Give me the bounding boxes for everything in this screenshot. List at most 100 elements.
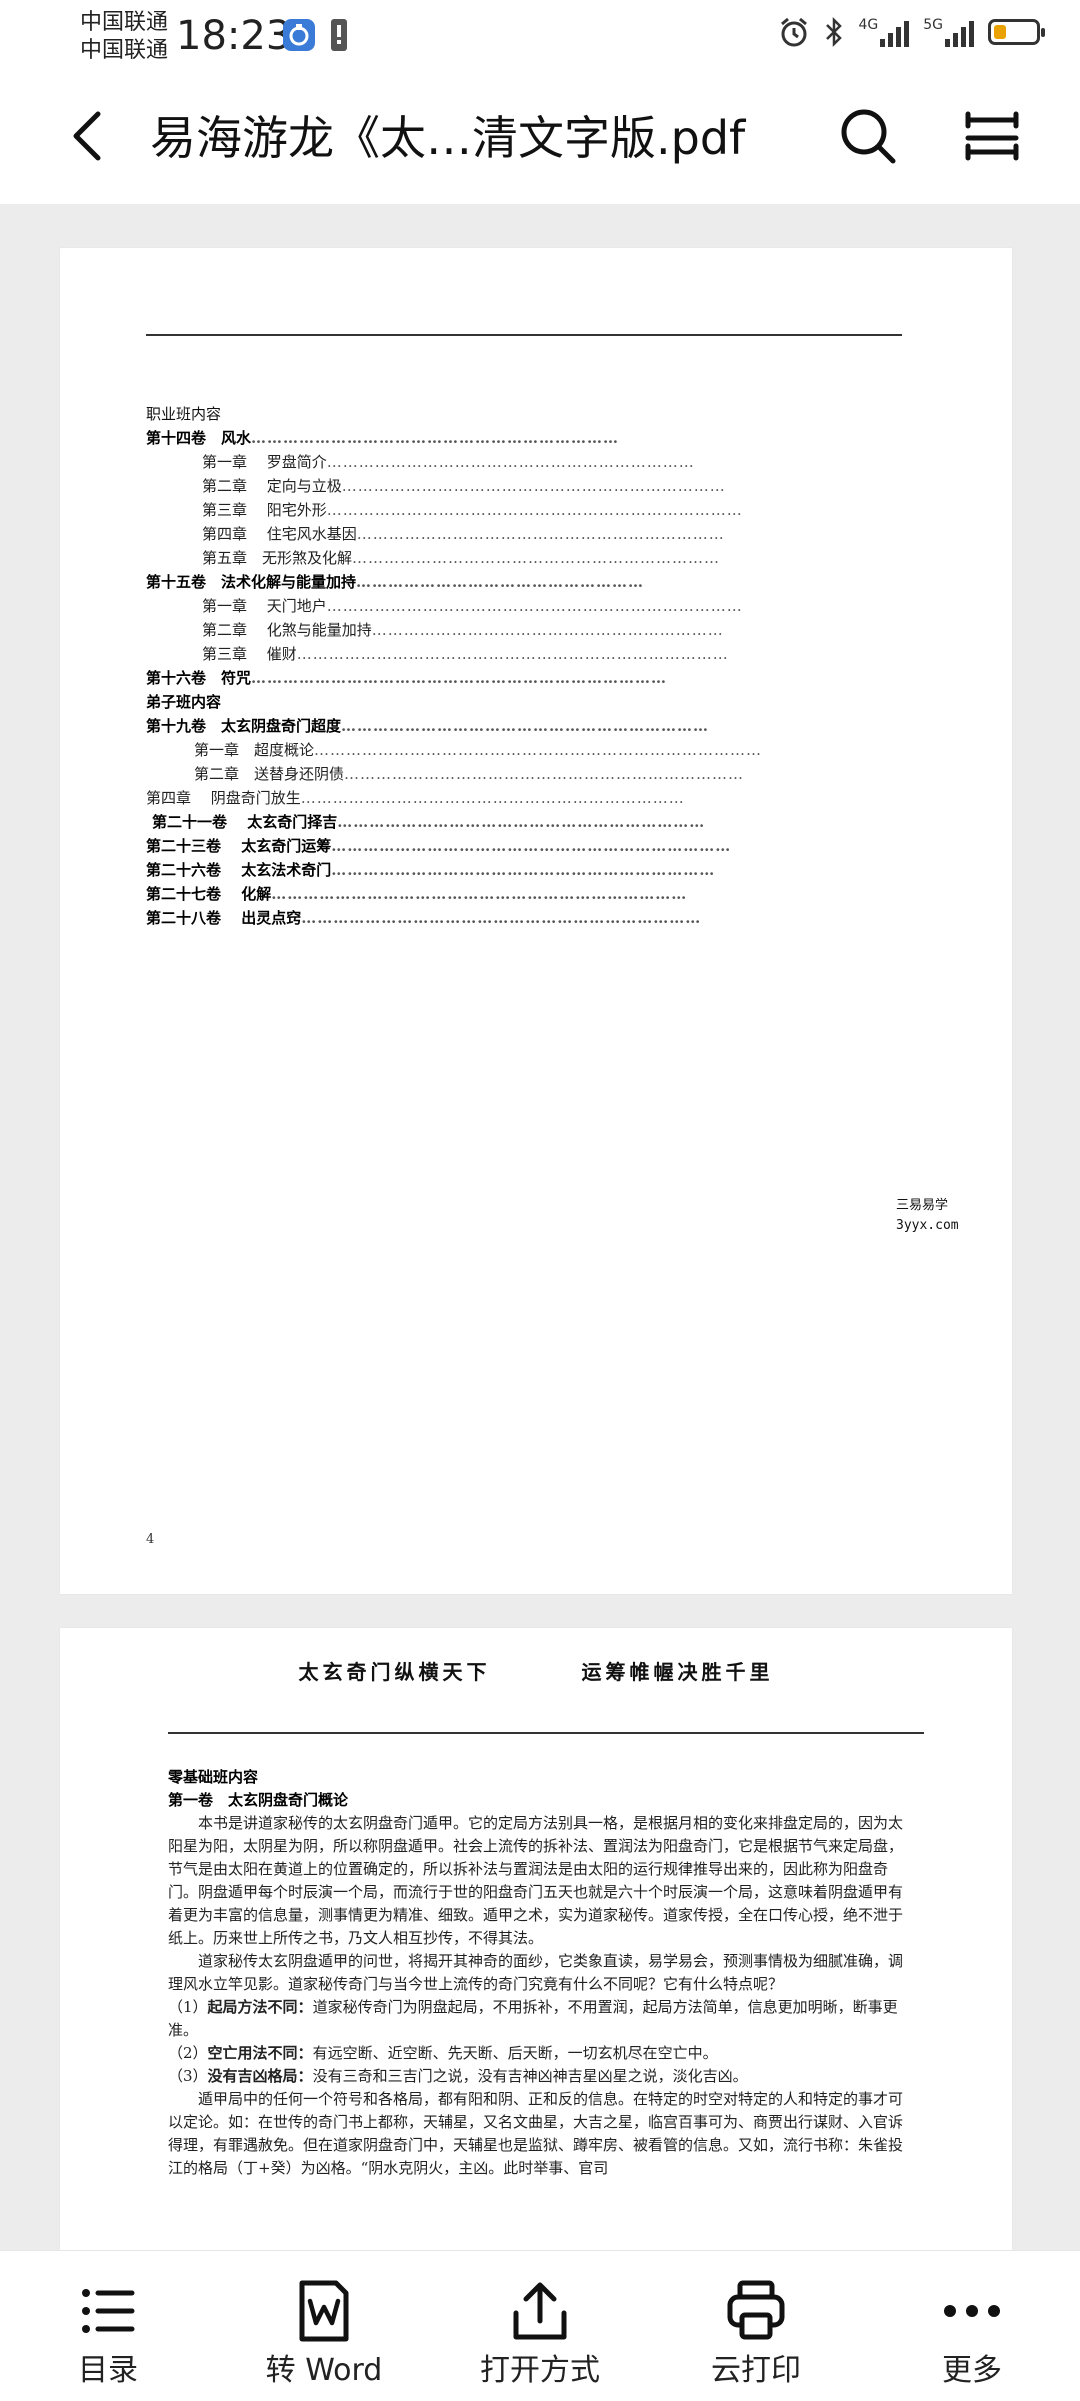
- app-bar: 易海游龙《太…清文字版.pdf: [0, 72, 1080, 204]
- pdf-page-4: 职业班内容 第十四卷 风水…………………………………………………………… 第一章 …: [60, 248, 1012, 1594]
- more-button[interactable]: 更多: [872, 2251, 1072, 2401]
- page-header-rule: [168, 1732, 924, 1734]
- more-button-label: 更多: [942, 2353, 1002, 2388]
- open-with-button[interactable]: 打开方式: [440, 2251, 640, 2401]
- search-icon[interactable]: [836, 104, 900, 168]
- toc-entry[interactable]: 第四章 住宅风水基因……………………………………………………………: [146, 522, 906, 546]
- table-of-contents: 职业班内容 第十四卷 风水…………………………………………………………… 第一章 …: [146, 402, 906, 930]
- toc-entry[interactable]: 弟子班内容: [146, 690, 906, 714]
- toc-leader-dots: …………………………………………………………………: [344, 765, 745, 783]
- toc-leader-dots: ……………………………………………………………………: [326, 501, 743, 519]
- toc-leader-dots: ……………………………………………………………………: [251, 669, 668, 687]
- list-number: （2）: [168, 2044, 208, 2062]
- open-with-button-label: 打开方式: [480, 2353, 600, 2388]
- menu-icon[interactable]: [960, 104, 1024, 168]
- alert-icon: [331, 19, 347, 51]
- signal-icon-2: 5G: [923, 17, 974, 47]
- alarm-icon: [781, 17, 808, 47]
- paragraph-3: 遁甲局中的任何一个符号和各格局，都有阳和阴、正和反的信息。在特定的时空对特定的人…: [168, 2090, 904, 2177]
- toc-leader-dots: ……………………………………………………………………: [271, 885, 688, 903]
- toc-leader-dots: ……………………………………………………………: [326, 453, 695, 471]
- more-dots-icon: [944, 2305, 1000, 2317]
- toc-entry-label: 弟子班内容: [146, 693, 222, 711]
- list-item-1: （1）起局方法不同：道家秘传奇门为阴盘起局，不用拆补，不用置润，起局方法简单，信…: [168, 1996, 916, 2042]
- toc-entry[interactable]: 第一章 超度概论…………………………………………………………………………: [146, 738, 906, 762]
- list-icon: [82, 2289, 135, 2333]
- toc-entry-label: 第三章 催财: [202, 645, 297, 663]
- toc-entry[interactable]: 第十九卷 太玄阴盘奇门超度……………………………………………………………: [146, 714, 906, 738]
- toc-leader-dots: …………………………………………………………………: [301, 909, 702, 927]
- list-item-2: （2）空亡用法不同：有远空断、近空断、先天断、后天断，一切玄机尽在空亡中。: [168, 2042, 916, 2065]
- watermark-text-2: 3yyx.com: [896, 1218, 959, 1233]
- page-header-rule: [146, 334, 902, 336]
- clock: 18:23: [176, 13, 292, 59]
- list-item-3: （3）没有吉凶格局：没有三奇和三吉门之说，没有吉神凶神吉星凶星之说，淡化吉凶。: [168, 2065, 916, 2088]
- list-text: 有远空断、近空断、先天断、后天断，一切玄机尽在空亡中。: [312, 2044, 718, 2062]
- toc-button[interactable]: 目录: [8, 2251, 208, 2401]
- page-running-header: 太玄奇门纵横天下 运筹帷幄决胜千里: [60, 1656, 1012, 1685]
- toc-entry[interactable]: 第二章 定向与立极………………………………………………………………: [146, 474, 906, 498]
- toc-entry[interactable]: 第一章 罗盘简介……………………………………………………………: [146, 450, 906, 474]
- toc-leader-dots: ………………………………………………………………: [341, 477, 726, 495]
- toc-entry[interactable]: 第二十七卷 化解……………………………………………………………………: [146, 882, 906, 906]
- document-title: 易海游龙《太…清文字版.pdf: [150, 111, 746, 165]
- toc-entry[interactable]: 第五章 无形煞及化解……………………………………………………………: [146, 546, 906, 570]
- toc-button-label: 目录: [78, 2353, 138, 2388]
- toc-entry[interactable]: 第三章 阳宅外形……………………………………………………………………: [146, 498, 906, 522]
- toc-entry[interactable]: 第三章 催财………………………………………………………………………: [146, 642, 906, 666]
- signal-icon-1: 4G: [858, 17, 910, 47]
- to-word-button-label: 转 Word: [265, 2353, 383, 2388]
- toc-leader-dots: ………………………………………………………………: [331, 861, 716, 879]
- header-right: 运筹帷幄决胜千里: [581, 1660, 774, 1684]
- page-body: 零基础班内容 第一卷 太玄阴盘奇门概论 本书是讲道家秘传的太玄阴盘奇门遁甲。它的…: [168, 1766, 916, 2180]
- toc-entry-label: 第四章 阴盘奇门放生: [146, 789, 301, 807]
- toc-list: 第十四卷 风水…………………………………………………………… 第一章 罗盘简介………: [146, 426, 906, 930]
- toc-leader-dots: …………………………………………………………………………: [314, 741, 763, 759]
- toc-leader-dots: …………………………………………………………………: [331, 837, 732, 855]
- toc-entry[interactable]: 第二章 送替身还阴债…………………………………………………………………: [146, 762, 906, 786]
- battery-icon: [988, 19, 1045, 45]
- toc-entry-label: 第三章 阳宅外形: [202, 501, 327, 519]
- toc-entry[interactable]: 第十六卷 符咒……………………………………………………………………: [146, 666, 906, 690]
- toc-entry[interactable]: 第二十三卷 太玄奇门运筹…………………………………………………………………: [146, 834, 906, 858]
- status-icons: 4G 5G: [778, 16, 1045, 48]
- cloud-print-button[interactable]: 云打印: [656, 2251, 856, 2401]
- toc-leader-dots: ……………………………………………………………: [356, 525, 725, 543]
- paragraph-2: 道家秘传太玄阴盘遁甲的问世，将揭开其神奇的面纱，它类象直读，易学易会，预测事情极…: [168, 1952, 904, 1993]
- toc-entry-label: 第二十六卷 太玄法术奇门: [146, 861, 332, 879]
- pdf-page-5: 太玄奇门纵横天下 运筹帷幄决胜千里 零基础班内容 第一卷 太玄阴盘奇门概论 本书…: [60, 1628, 1012, 2250]
- toc-leader-dots: ………………………………………………: [356, 573, 645, 591]
- back-arrow-icon[interactable]: [60, 106, 120, 166]
- watermark-box: 三易易学 3yyx.com: [876, 1192, 1012, 1238]
- list-number: （3）: [168, 2067, 208, 2085]
- toc-entry[interactable]: 第二章 化煞与能量加持…………………………………………………………: [146, 618, 906, 642]
- pdf-viewer[interactable]: 职业班内容 第十四卷 风水…………………………………………………………… 第一章 …: [0, 204, 1080, 2250]
- network-type-2: 5G: [923, 17, 943, 33]
- watermark-text-1: 三易易学: [896, 1198, 949, 1213]
- toc-leader-dots: ……………………………………………………………: [352, 549, 721, 567]
- toc-entry[interactable]: 第二十一卷 太玄奇门择吉……………………………………………………………: [146, 810, 906, 834]
- toc-heading: 职业班内容: [146, 405, 222, 423]
- paragraph-1: 本书是讲道家秘传的太玄阴盘奇门遁甲。它的定局方法别具一格，是根据月相的变化来排盘…: [168, 1814, 904, 1947]
- printer-icon: [727, 2280, 785, 2340]
- list-number: （1）: [168, 1998, 208, 2016]
- toc-entry[interactable]: 第二十八卷 出灵点窍…………………………………………………………………: [146, 906, 906, 930]
- toc-leader-dots: ………………………………………………………………………: [296, 645, 729, 663]
- toc-leader-dots: ……………………………………………………………: [337, 813, 706, 831]
- toc-entry-label: 第二十三卷 太玄奇门运筹: [146, 837, 332, 855]
- toc-entry[interactable]: 第一章 天门地户……………………………………………………………………: [146, 594, 906, 618]
- toc-leader-dots: ……………………………………………………………………: [326, 597, 743, 615]
- toc-entry-label: 第十五卷 法术化解与能量加持: [146, 573, 357, 591]
- toc-entry[interactable]: 第十五卷 法术化解与能量加持………………………………………………: [146, 570, 906, 594]
- section-heading: 零基础班内容: [168, 1768, 259, 1786]
- toc-entry-label: 第二章 定向与立极: [202, 477, 342, 495]
- to-word-button[interactable]: 转 Word: [224, 2251, 424, 2401]
- toc-entry[interactable]: 第二十六卷 太玄法术奇门………………………………………………………………: [146, 858, 906, 882]
- toc-entry[interactable]: 第十四卷 风水……………………………………………………………: [146, 426, 906, 450]
- list-label: 空亡用法不同：: [207, 2044, 313, 2062]
- carrier-2: 中国联通: [80, 38, 169, 63]
- bluetooth-icon: [826, 16, 843, 48]
- chapter-heading: 第一卷 太玄阴盘奇门概论: [168, 1791, 349, 1809]
- toc-entry-label: 第二章 送替身还阴债: [194, 765, 345, 783]
- toc-entry[interactable]: 第四章 阴盘奇门放生………………………………………………………………: [146, 786, 906, 810]
